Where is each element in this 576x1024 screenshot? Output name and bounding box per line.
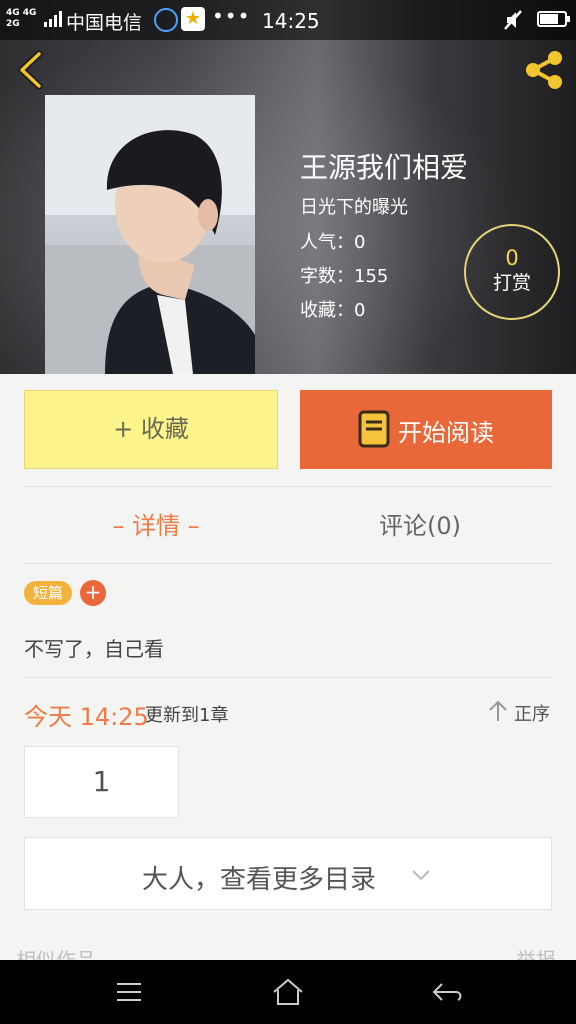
star-app-icon: ★ bbox=[181, 7, 205, 31]
word-count-stat: 字数：155 bbox=[300, 266, 389, 287]
divider bbox=[24, 677, 552, 678]
headset-app-icon bbox=[154, 8, 178, 32]
book-cover-image bbox=[45, 95, 255, 374]
system-nav-bar bbox=[0, 960, 576, 1024]
book-header: 4G 4G 2G 中国电信 ★ ••• 14:25 王源我们相爱 日光下的曝光 … bbox=[0, 0, 576, 374]
book-author[interactable]: 日光下的曝光 bbox=[300, 193, 408, 219]
sort-up-arrow-icon bbox=[489, 700, 507, 721]
battery-level bbox=[540, 14, 558, 24]
back-button[interactable] bbox=[12, 48, 52, 92]
status-time: 14:25 bbox=[262, 9, 320, 33]
chevron-down-icon bbox=[412, 870, 430, 881]
tab-details[interactable]: – 详情 – bbox=[24, 506, 288, 541]
divider bbox=[24, 486, 552, 487]
home-icon[interactable] bbox=[268, 974, 308, 1010]
tip-count: 0 bbox=[505, 246, 519, 270]
share-button[interactable] bbox=[520, 48, 568, 92]
tip-button[interactable]: 0 打赏 bbox=[464, 224, 560, 320]
share-icon bbox=[526, 51, 562, 89]
tip-label: 打赏 bbox=[492, 272, 531, 294]
update-time: 今天 14:25 bbox=[24, 703, 149, 731]
status-bar: 4G 4G 2G 中国电信 ★ ••• 14:25 bbox=[0, 0, 576, 40]
favorites-stat: 收藏：0 bbox=[300, 300, 366, 321]
book-description: 不写了，自己看 bbox=[24, 637, 164, 661]
sort-order-button[interactable]: 正序 bbox=[488, 698, 554, 726]
genre-tag[interactable]: 短篇 bbox=[24, 581, 72, 605]
start-reading-label: 开始阅读 bbox=[398, 419, 494, 447]
signal-icon bbox=[44, 11, 62, 27]
start-reading-button[interactable]: 开始阅读 bbox=[300, 390, 552, 469]
more-chapters-button[interactable]: 大人，查看更多目录 bbox=[24, 837, 552, 910]
more-notifications-icon: ••• bbox=[212, 4, 251, 28]
add-tag-button[interactable]: + bbox=[80, 580, 106, 606]
battery-icon bbox=[537, 11, 570, 27]
add-favorite-button[interactable]: + 收藏 bbox=[24, 390, 278, 469]
divider bbox=[24, 563, 552, 564]
update-text: 更新到1章 bbox=[145, 705, 229, 726]
network-indicator: 4G 4G 2G bbox=[6, 8, 37, 29]
chapter-item[interactable]: 1 bbox=[24, 746, 179, 818]
popularity-stat: 人气：0 bbox=[300, 232, 366, 253]
sort-order-label: 正序 bbox=[514, 704, 550, 725]
back-nav-icon[interactable] bbox=[428, 974, 468, 1010]
book-icon bbox=[358, 410, 390, 448]
tab-comments[interactable]: 评论(0) bbox=[288, 506, 552, 541]
menu-icon[interactable] bbox=[109, 974, 149, 1010]
carrier-name: 中国电信 bbox=[66, 12, 143, 34]
more-chapters-label: 大人，查看更多目录 bbox=[142, 865, 377, 895]
mute-icon bbox=[504, 10, 522, 30]
book-title: 王源我们相爱 bbox=[300, 151, 469, 184]
